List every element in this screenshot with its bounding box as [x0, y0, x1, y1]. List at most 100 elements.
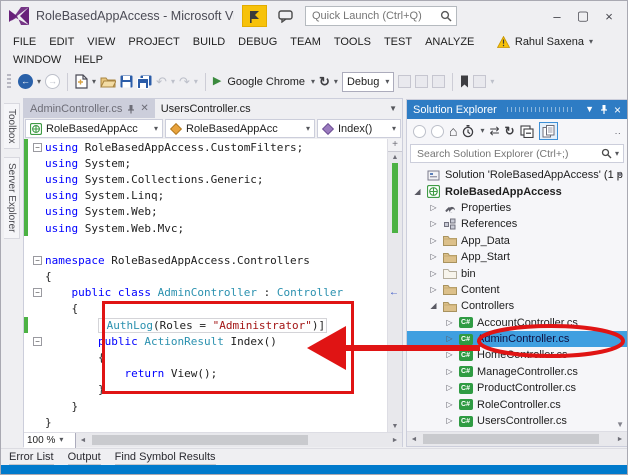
split-window-handle[interactable]: + — [388, 139, 402, 152]
editor-vertical-scrollbar[interactable]: + ▲ ← ▼ — [387, 139, 402, 432]
tree-item-app-start[interactable]: ▷ App_Start — [407, 249, 627, 265]
scroll-left-icon[interactable]: ◄ — [76, 437, 90, 444]
code-line-text[interactable]: { — [45, 302, 79, 315]
signed-in-user[interactable]: Rahul Saxena ▾ — [496, 35, 593, 48]
scroll-down-icon[interactable]: ▼ — [616, 420, 624, 429]
tree-item-controllers[interactable]: ◢ Controllers — [407, 298, 627, 314]
quick-launch-input[interactable] — [310, 9, 440, 23]
pin-icon[interactable] — [600, 104, 608, 115]
toolbar-grip[interactable] — [7, 73, 11, 90]
user-dropdown-icon[interactable]: ▾ — [589, 37, 593, 46]
new-file-dropdown-icon[interactable]: ▾ — [92, 77, 96, 86]
tree-item-properties[interactable]: ▷ Properties — [407, 200, 627, 216]
expander-collapsed-icon[interactable]: ▷ — [445, 384, 454, 392]
code-text-area[interactable]: − using RoleBasedAppAccess.CustomFilters;… — [24, 139, 387, 432]
scroll-down-icon[interactable]: ▼ — [388, 423, 402, 430]
comment-icon[interactable] — [432, 75, 446, 88]
menu-item-file[interactable]: FILE — [13, 36, 36, 48]
menu-item-build[interactable]: BUILD — [193, 36, 225, 48]
redo-dropdown-icon[interactable]: ▾ — [194, 77, 198, 86]
find-in-files-icon[interactable] — [415, 75, 429, 88]
scrollbar-thumb[interactable] — [423, 434, 599, 444]
tree-item-admincontroller-cs[interactable]: ▷ C# AdminController.cs — [407, 330, 627, 348]
tree-item-content[interactable]: ▷ Content — [407, 282, 627, 298]
fold-collapse-icon[interactable]: − — [33, 142, 42, 152]
configuration-combo[interactable]: Debug ▾ — [341, 71, 395, 92]
scroll-up-icon[interactable]: ▲ — [616, 169, 624, 178]
fold-collapse-icon[interactable]: − — [33, 288, 42, 298]
code-line-text[interactable]: using RoleBasedAppAccess.CustomFilters; — [45, 141, 303, 154]
menu-item-help[interactable]: HELP — [74, 54, 103, 66]
tree-item-app-data[interactable]: ▷ App_Data — [407, 233, 627, 249]
code-line-text[interactable]: using System; — [45, 157, 131, 170]
tree-item-rolecontroller-cs[interactable]: ▷ C# RoleController.cs — [407, 396, 627, 412]
menu-item-analyze[interactable]: ANALYZE — [425, 36, 474, 48]
expander-collapsed-icon[interactable]: ▷ — [445, 417, 454, 425]
scroll-right-icon[interactable]: ► — [613, 436, 627, 443]
show-all-files-button[interactable] — [538, 122, 558, 140]
solution-explorer-search-input[interactable] — [415, 146, 598, 161]
expander-collapsed-icon[interactable]: ▷ — [429, 285, 438, 294]
save-all-icon[interactable] — [137, 75, 152, 89]
code-line-text[interactable]: { — [45, 351, 105, 364]
refresh-icon[interactable]: ↻ — [505, 125, 515, 137]
expander-collapsed-icon[interactable]: ▷ — [445, 351, 454, 359]
expander-collapsed-icon[interactable]: ▷ — [429, 203, 438, 212]
tree-item-bin[interactable]: ▷ bin — [407, 265, 627, 281]
expander-expanded-icon[interactable]: ◢ — [429, 302, 438, 310]
tree-item-references[interactable]: ▷ References — [407, 216, 627, 232]
menu-item-edit[interactable]: EDIT — [49, 36, 74, 48]
tree-item-homecontroller-cs[interactable]: ▷ C# HomeController.cs — [407, 347, 627, 363]
search-options-dropdown-icon[interactable]: ▾ — [615, 149, 619, 158]
navigate-forward-button[interactable]: → — [45, 74, 61, 89]
filter-dropdown-icon[interactable]: ▾ — [480, 127, 484, 135]
editor-zoom-combo[interactable]: 100 % ▾ — [24, 432, 76, 448]
fold-collapse-icon[interactable]: − — [33, 336, 42, 346]
tree-item-userscontroller-cs[interactable]: ▷ C# UsersController.cs — [407, 413, 627, 429]
expander-expanded-icon[interactable]: ◢ — [413, 187, 422, 196]
scrollbar-track[interactable] — [90, 433, 388, 447]
toolbar-overflow-icon[interactable]: ‥ — [614, 126, 621, 137]
close-tab-icon[interactable]: ✕ — [140, 103, 148, 114]
undo-dropdown-icon[interactable]: ▾ — [171, 77, 175, 86]
undo-icon[interactable]: ↶ — [156, 75, 167, 88]
expander-collapsed-icon[interactable]: ▷ — [445, 318, 454, 327]
pending-changes-filter-icon[interactable] — [462, 124, 475, 138]
menu-item-tools[interactable]: TOOLS — [334, 36, 371, 48]
expander-collapsed-icon[interactable]: ▷ — [445, 367, 454, 376]
close-panel-icon[interactable]: × — [614, 104, 621, 116]
menu-item-view[interactable]: VIEW — [87, 36, 115, 48]
menu-item-project[interactable]: PROJECT — [128, 36, 179, 48]
code-line-text[interactable]: } — [45, 383, 105, 396]
run-target-dropdown-icon[interactable]: ▾ — [311, 77, 315, 86]
type-dropdown[interactable]: RoleBasedAppAcc ▾ — [165, 119, 315, 138]
member-dropdown[interactable]: Index() ▾ — [317, 119, 401, 138]
tree-item-productcontroller-cs[interactable]: ▷ C# ProductController.cs — [407, 380, 627, 396]
menu-item-test[interactable]: TEST — [384, 36, 412, 48]
scroll-right-icon[interactable]: ► — [388, 437, 402, 444]
expander-collapsed-icon[interactable]: ▷ — [429, 220, 438, 228]
maximize-button[interactable]: ▢ — [570, 5, 596, 27]
tree-item-rolebasedappaccess[interactable]: ◢ RoleBasedAppAccess — [407, 183, 627, 199]
open-file-icon[interactable] — [100, 75, 117, 88]
tab-userscontroller[interactable]: UsersController.cs — [155, 99, 257, 118]
tab-admincontroller[interactable]: AdminController.cs ✕ — [24, 99, 155, 118]
expander-collapsed-icon[interactable]: ▷ — [429, 253, 438, 261]
toolbar-overflow-icon[interactable]: ▾ — [490, 77, 494, 86]
minimize-button[interactable]: – — [544, 5, 570, 27]
project-dropdown[interactable]: RoleBasedAppAcc ▾ — [25, 119, 163, 138]
save-icon[interactable] — [120, 75, 133, 88]
pin-icon[interactable] — [127, 104, 135, 114]
scroll-up-icon[interactable]: ▲ — [388, 154, 402, 161]
code-line-text[interactable]: using System.Collections.Generic; — [45, 173, 264, 186]
tree-item-managecontroller-cs[interactable]: ▷ C# ManageController.cs — [407, 364, 627, 380]
tree-item-accountcontroller-cs[interactable]: ▷ C# AccountController.cs — [407, 315, 627, 331]
navigate-backward-button[interactable]: ← — [18, 74, 33, 89]
menu-item-debug[interactable]: DEBUG — [238, 36, 277, 48]
tab-list-dropdown-icon[interactable]: ▼ — [384, 99, 402, 118]
code-line-text[interactable]: } — [45, 400, 79, 413]
menu-item-window[interactable]: WINDOW — [13, 54, 61, 66]
expander-collapsed-icon[interactable]: ▷ — [445, 400, 454, 409]
bookmark-icon[interactable] — [460, 75, 469, 88]
navigate-backward-dropdown-icon[interactable]: ▾ — [37, 77, 41, 86]
